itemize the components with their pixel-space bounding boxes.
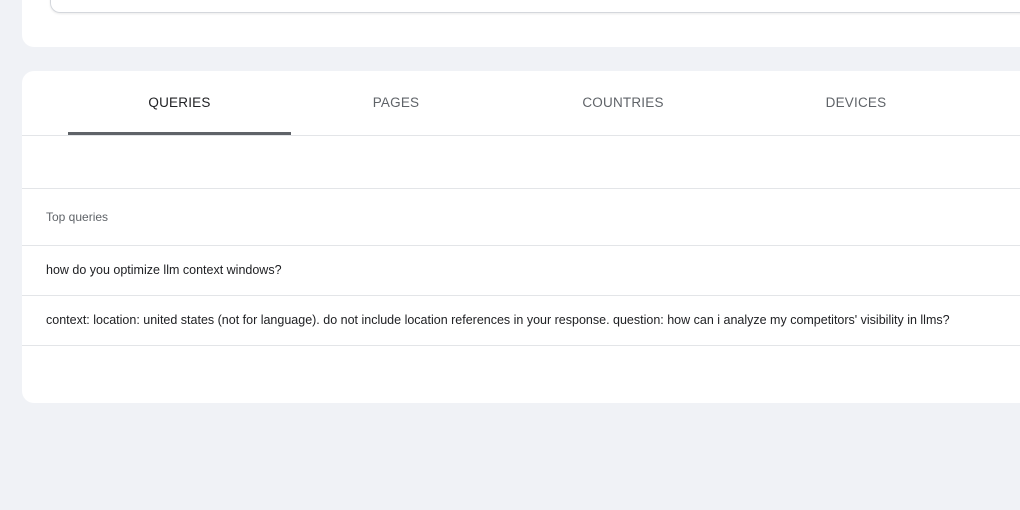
table-row[interactable]: context: location: united states (not fo… <box>22 296 1020 346</box>
column-header-top-queries[interactable]: Top queries <box>46 210 108 224</box>
table-toolbar <box>22 136 1020 189</box>
query-text: context: location: united states (not fo… <box>46 313 950 327</box>
filter-card <box>22 0 1020 47</box>
query-text: how do you optimize llm context windows? <box>46 263 282 277</box>
tab-queries[interactable]: QUERIES <box>68 71 291 135</box>
performance-card: QUERIES PAGES COUNTRIES DEVICES Top quer… <box>22 71 1020 403</box>
table-header: Top queries <box>22 189 1020 246</box>
filter-field[interactable] <box>50 0 1020 13</box>
table-row[interactable]: how do you optimize llm context windows? <box>22 246 1020 296</box>
dimension-tabs: QUERIES PAGES COUNTRIES DEVICES <box>22 71 1020 136</box>
tab-pages[interactable]: PAGES <box>284 71 508 135</box>
tab-devices[interactable]: DEVICES <box>744 71 968 135</box>
tab-countries[interactable]: COUNTRIES <box>510 71 736 135</box>
